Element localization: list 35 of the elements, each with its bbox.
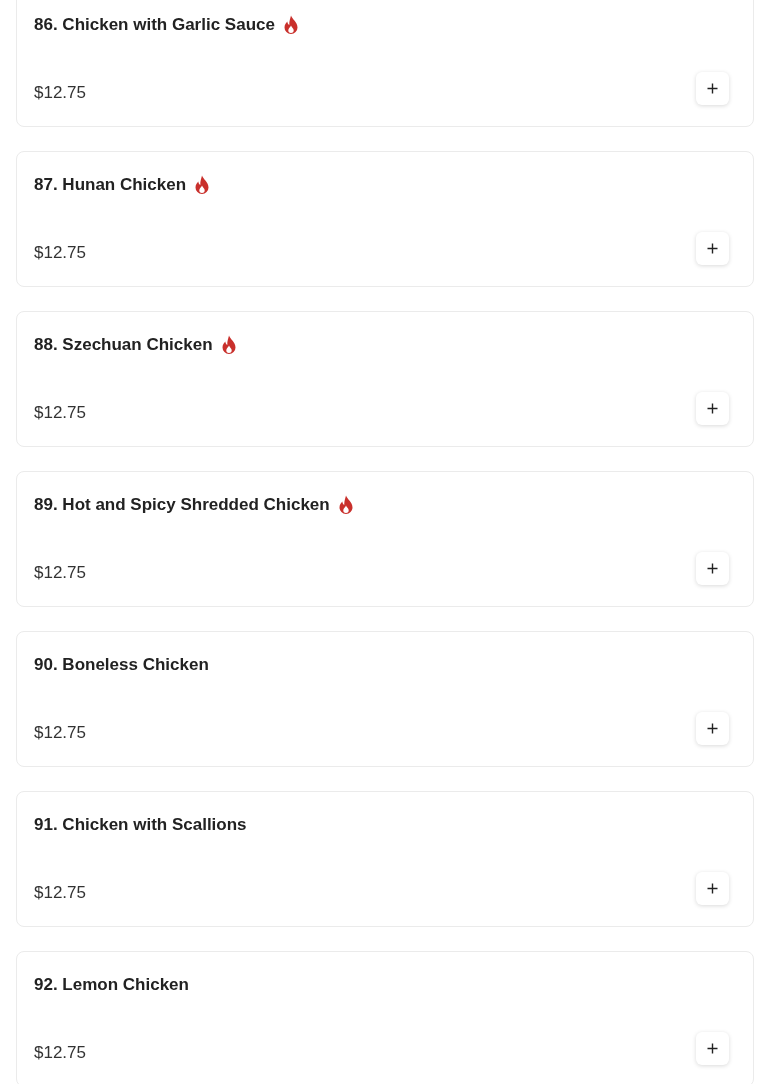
plus-icon bbox=[707, 1042, 718, 1054]
add-button[interactable] bbox=[696, 711, 729, 745]
plus-icon bbox=[707, 562, 718, 574]
item-price: $12.75 bbox=[34, 402, 86, 424]
item-name: 92. Lemon Chicken bbox=[34, 974, 189, 996]
item-name: 87. Hunan Chicken bbox=[34, 174, 187, 196]
add-button[interactable] bbox=[696, 551, 729, 585]
item-price: $12.75 bbox=[34, 82, 86, 104]
menu-item-card[interactable]: 89. Hot and Spicy Shredded Chicken $12.75 bbox=[16, 471, 754, 607]
plus-icon bbox=[707, 402, 718, 414]
item-name: 88. Szechuan Chicken bbox=[34, 334, 213, 356]
menu-item-card[interactable]: 86. Chicken with Garlic Sauce $12.75 bbox=[16, 0, 754, 127]
menu-item-card[interactable]: 87. Hunan Chicken $12.75 bbox=[16, 151, 754, 287]
add-button[interactable] bbox=[696, 71, 729, 105]
item-price: $12.75 bbox=[34, 562, 86, 584]
item-name: 86. Chicken with Garlic Sauce bbox=[34, 14, 275, 36]
plus-icon bbox=[707, 82, 718, 94]
add-button[interactable] bbox=[696, 391, 729, 425]
menu-item-card[interactable]: 91. Chicken with Scallions $12.75 bbox=[16, 791, 754, 927]
plus-icon bbox=[707, 242, 718, 254]
plus-icon bbox=[707, 882, 718, 894]
add-button[interactable] bbox=[696, 1031, 729, 1065]
add-button[interactable] bbox=[696, 231, 729, 265]
menu-item-card[interactable]: 92. Lemon Chicken $12.75 bbox=[16, 951, 754, 1084]
item-price: $12.75 bbox=[34, 722, 86, 744]
item-price: $12.75 bbox=[34, 242, 86, 264]
menu-item-card[interactable]: 90. Boneless Chicken $12.75 bbox=[16, 631, 754, 767]
item-price: $12.75 bbox=[34, 882, 86, 904]
item-price: $12.75 bbox=[34, 1042, 86, 1064]
plus-icon bbox=[707, 722, 718, 734]
item-name: 90. Boneless Chicken bbox=[34, 654, 209, 676]
menu-item-card[interactable]: 88. Szechuan Chicken $12.75 bbox=[16, 311, 754, 447]
item-name: 89. Hot and Spicy Shredded Chicken bbox=[34, 494, 330, 516]
item-name: 91. Chicken with Scallions bbox=[34, 814, 247, 836]
add-button[interactable] bbox=[696, 871, 729, 905]
